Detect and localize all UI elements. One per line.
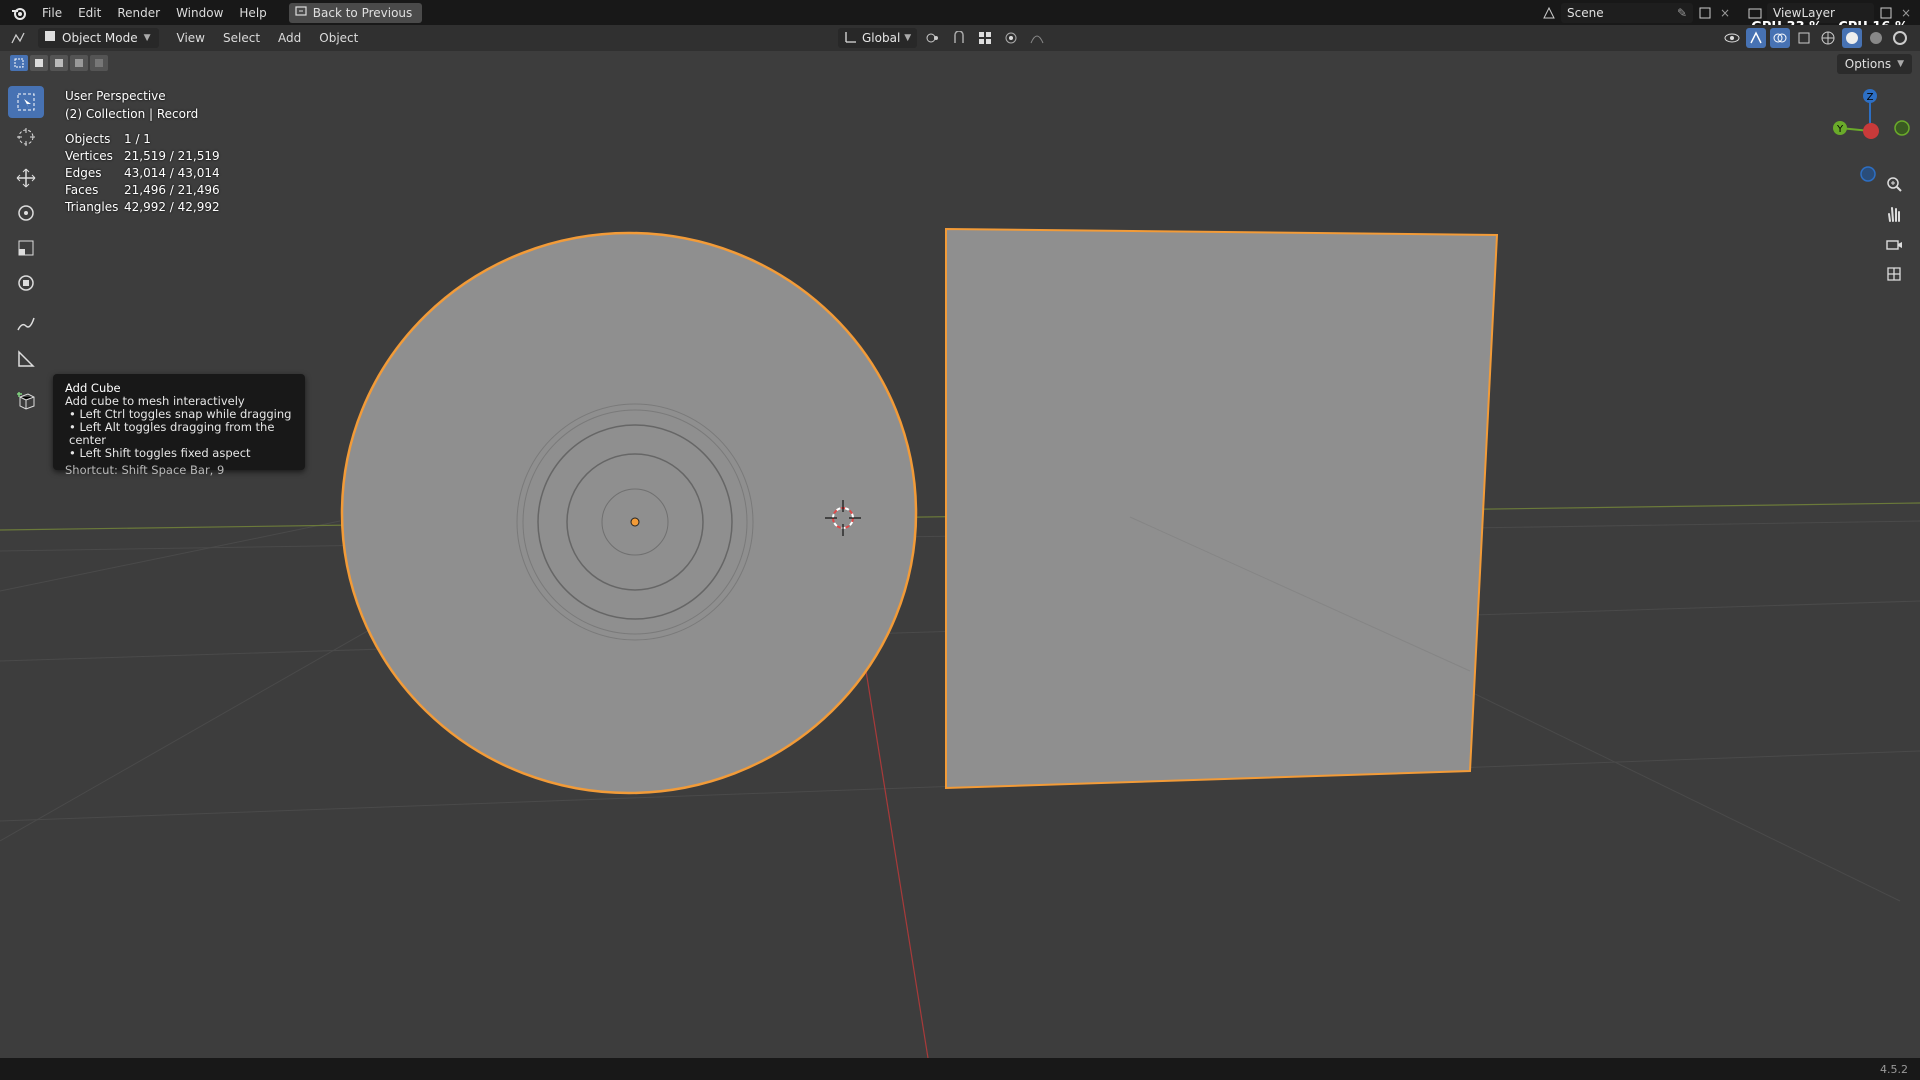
orientation-icon [844, 30, 858, 47]
menu-select[interactable]: Select [215, 28, 268, 48]
transform-orientation-dropdown[interactable]: Global ▼ [838, 28, 918, 48]
svg-text:Y: Y [1836, 124, 1844, 135]
stat-row: Objects 1 / 1 [65, 132, 151, 146]
annotate-tool-icon[interactable] [8, 308, 44, 340]
menu-object[interactable]: Object [311, 28, 366, 48]
object-mode-label: Object Mode [62, 31, 138, 45]
perspective-toggle-icon[interactable] [1882, 262, 1906, 286]
scene-name: Scene [1567, 6, 1604, 20]
delete-scene-icon[interactable]: × [1717, 5, 1733, 21]
pivot-point-icon[interactable] [923, 28, 943, 48]
rotate-tool-icon[interactable] [8, 197, 44, 229]
move-tool-icon[interactable] [8, 162, 44, 194]
viewport-3d-canvas[interactable]: Z Y [0, 51, 1920, 1058]
stat-row: Faces 21,496 / 21,496 [65, 183, 220, 197]
cursor-tool-icon[interactable] [8, 121, 44, 153]
proportional-editing-icon[interactable] [1001, 28, 1021, 48]
tooltip-shortcut: Shortcut: Shift Space Bar, 9 [65, 463, 225, 477]
stat-row: Vertices 21,519 / 21,519 [65, 149, 220, 163]
collection-label: (2) Collection | Record [65, 107, 199, 121]
back-to-previous-label: Back to Previous [312, 5, 413, 20]
stat-row: Triangles 42,992 / 42,992 [65, 200, 220, 214]
view-perspective-label: User Perspective [65, 89, 166, 103]
tooltip-bullet: • Left Shift toggles fixed aspect [69, 446, 251, 460]
pan-hand-icon[interactable] [1882, 202, 1906, 226]
view-layer-icon[interactable] [1747, 5, 1763, 21]
measure-tool-icon[interactable] [8, 343, 44, 375]
scale-tool-icon[interactable] [8, 232, 44, 264]
object-origin-icon [630, 517, 640, 527]
xray-toggle-icon[interactable] [1794, 28, 1814, 48]
status-bar [0, 1058, 1920, 1080]
overlays-toggle-icon[interactable] [1770, 28, 1790, 48]
blender-version-label: 4.5.2 [1880, 1063, 1908, 1076]
viewport-header: Object Mode ▼ View Select Add Object Glo… [0, 25, 1920, 51]
viewport-shading-controls [1722, 28, 1910, 48]
scene-field[interactable]: Scene ✎ [1561, 3, 1693, 23]
menu-view[interactable]: View [169, 28, 213, 48]
scene-icon[interactable] [1541, 5, 1557, 21]
new-scene-icon[interactable] [1697, 5, 1713, 21]
back-icon [295, 3, 307, 23]
menu-render[interactable]: Render [109, 2, 168, 24]
top-menu-bar: File Edit Render Window Help Back to Pre… [0, 0, 1920, 25]
snap-target-icon[interactable] [975, 28, 995, 48]
record-sleeve-object [945, 227, 1499, 790]
editor-type-icon[interactable] [8, 28, 28, 48]
solid-shading-icon[interactable] [1842, 28, 1862, 48]
new-view-layer-icon[interactable] [1878, 5, 1894, 21]
scene-statistics: Objects 1 / 1 Vertices 21,519 / 21,519 Edg… [65, 131, 220, 216]
transform-tool-icon[interactable] [8, 267, 44, 299]
navigation-gizmo[interactable]: Z Y [1833, 89, 1910, 182]
orientation-label: Global [862, 31, 901, 45]
blender-logo-icon[interactable] [8, 2, 30, 24]
material-preview-shading-icon[interactable] [1866, 28, 1886, 48]
menu-edit[interactable]: Edit [70, 2, 109, 24]
object-mode-dropdown[interactable]: Object Mode ▼ [38, 28, 159, 48]
falloff-icon[interactable] [1027, 28, 1047, 48]
record-disk-object [340, 231, 918, 795]
snap-icon[interactable] [949, 28, 969, 48]
tool-shelf [8, 86, 46, 419]
chevron-down-icon: ▼ [904, 33, 912, 43]
viewport-info-overlay: User Perspective (2) Collection | Record [65, 87, 198, 123]
menu-window[interactable]: Window [168, 2, 231, 24]
visibility-eye-icon[interactable] [1722, 28, 1742, 48]
transform-controls: Global ▼ [838, 28, 1047, 48]
tooltip-bullet: • Left Alt toggles dragging from the cen… [69, 420, 275, 447]
menu-help[interactable]: Help [231, 2, 274, 24]
camera-view-icon[interactable] [1882, 232, 1906, 256]
chevron-down-icon: ▼ [143, 33, 151, 43]
stat-row: Edges 43,014 / 43,014 [65, 166, 220, 180]
add-cube-tool-icon[interactable] [8, 384, 44, 416]
gizmo-toggle-icon[interactable] [1746, 28, 1766, 48]
pin-icon[interactable]: ✎ [1677, 3, 1687, 23]
add-cube-tooltip: Add Cube Add cube to mesh interactively … [53, 374, 305, 477]
zoom-icon[interactable] [1882, 172, 1906, 196]
back-to-previous-button[interactable]: Back to Previous [288, 2, 423, 23]
wireframe-shading-icon[interactable] [1818, 28, 1838, 48]
object-mode-icon [44, 28, 56, 48]
select-box-tool-icon[interactable] [8, 86, 44, 118]
svg-text:Z: Z [1867, 92, 1874, 103]
rendered-shading-icon[interactable] [1890, 28, 1910, 48]
delete-view-layer-icon[interactable]: × [1898, 5, 1914, 21]
menu-file[interactable]: File [34, 2, 70, 24]
menu-add[interactable]: Add [270, 28, 309, 48]
navigation-buttons [1882, 172, 1906, 286]
